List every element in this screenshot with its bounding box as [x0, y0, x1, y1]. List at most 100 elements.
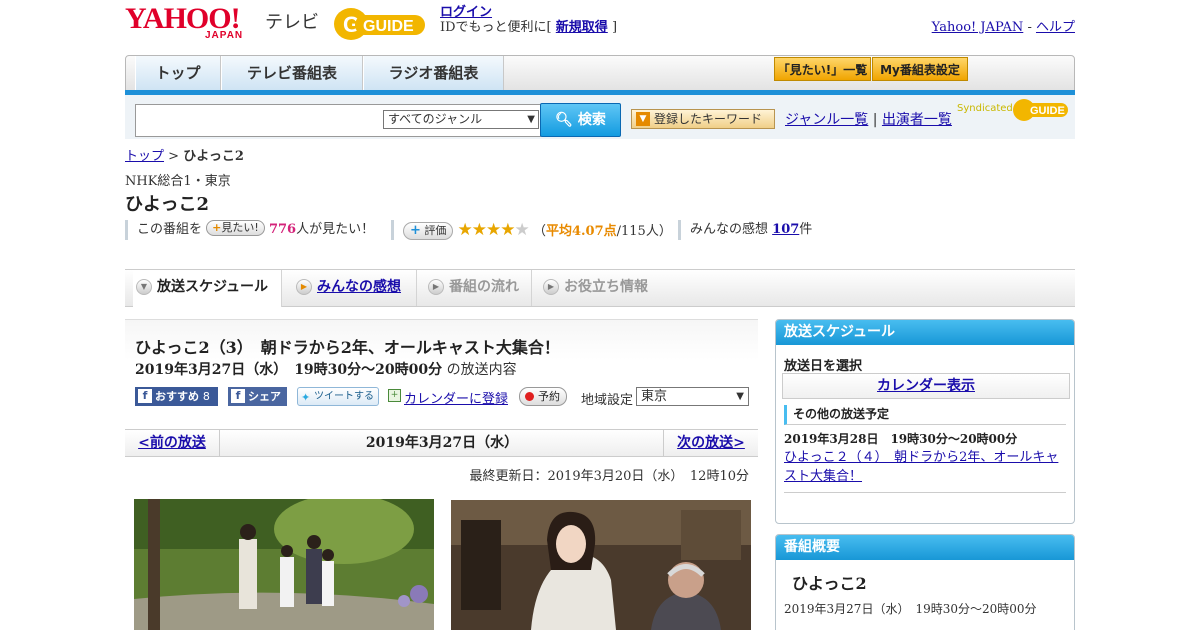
facebook-icon: f [231, 389, 245, 403]
mitai-button[interactable]: +見たい! [206, 220, 265, 236]
star-icon: ★ [486, 220, 501, 240]
yahoo-japan-logo[interactable]: YAHOO! JAPAN [125, 4, 242, 42]
episode-info: ひよっこ2（3） 朝ドラから2年、オールキャスト大集合！ 2019年3月27日（… [125, 319, 758, 427]
dropdown-arrow-icon: ▼ [736, 391, 744, 402]
rating-stat: + 評価 ★★★★★ （平均4.07点/115人） [391, 220, 672, 240]
tab-program-flow[interactable]: ▶ 番組の流れ [425, 270, 532, 306]
my-schedule-settings-button[interactable]: My番組表設定 [872, 57, 968, 81]
nav-tab-top[interactable]: トップ [135, 56, 221, 90]
impressions-label: みんなの感想 [690, 222, 769, 237]
facebook-share-button[interactable]: f シェア [228, 387, 287, 406]
register-link[interactable]: 新規取得 [556, 20, 608, 35]
other-broadcast-link[interactable]: ひよっこ２（４） 朝ドラから2年、オールキャスト大集合！ [784, 448, 1068, 486]
tab-program-flow-label: 番組の流れ [449, 279, 519, 295]
registered-keyword-button[interactable]: ▼ 登録したキーワード [631, 109, 775, 129]
rating-stars: ★★★★★ [457, 220, 530, 240]
mitai-count: 776 [268, 222, 297, 237]
last-updated: 最終更新日：2019年3月20日（水） 12時10分 [469, 469, 749, 484]
page-title: ひよっこ2 [125, 194, 209, 215]
arrow-circle-icon: ▼ [136, 279, 152, 295]
episode-datetime: 2019年3月27日（水） 19時30分～20時00分 の放送内容 [135, 359, 517, 379]
calendar-display-button[interactable]: カレンダー表示 [782, 373, 1070, 399]
recommend-label: おすすめ [155, 390, 199, 403]
star-icon: ★ [471, 220, 487, 240]
arrow-circle-icon: ▶ [428, 279, 444, 295]
episode-datetime-suffix: の放送内容 [442, 362, 517, 378]
gguide-logo[interactable]: G GUIDE [333, 6, 433, 42]
nav-tab-tv-schedule[interactable]: テレビ番組表 [221, 56, 363, 90]
region-select-value: 東京 [641, 389, 668, 404]
star-icon: ★ [500, 220, 515, 240]
page: YAHOO! JAPAN テレビ G GUIDE ログイン IDでもっと便利に[… [125, 0, 1075, 630]
episode-title: ひよっこ2（3） 朝ドラから2年、オールキャスト大集合！ [135, 338, 560, 357]
genre-link-sep: | [872, 112, 878, 128]
plus-icon: + [212, 221, 222, 234]
rating-button[interactable]: + 評価 [403, 222, 454, 240]
star-icon: ★ [457, 220, 473, 240]
region-label: 地域設定 [581, 393, 634, 408]
schedule-box-header: 放送スケジュール [776, 320, 1074, 345]
summary-box-header: 番組概要 [776, 535, 1074, 560]
mitai-prefix: この番組を [137, 222, 203, 237]
register-close: ] [611, 20, 618, 35]
tab-impressions[interactable]: ▶ みんなの感想 [293, 270, 417, 306]
next-broadcast-link[interactable]: 次の放送> [663, 430, 758, 456]
main-nav: トップ テレビ番組表 ラジオ番組表 「見たい!」一覧 My番組表設定 [125, 55, 1075, 95]
rating-average: 平均4.07点 [545, 224, 617, 239]
current-broadcast-date: 2019年3月27日（水） [365, 435, 519, 451]
nav-tab-radio-schedule[interactable]: ラジオ番組表 [363, 56, 504, 90]
program-tabs: ▼ 放送スケジュール ▶ みんなの感想 ▶ 番組の流れ ▶ お役立ち情報 [125, 269, 1075, 307]
star-empty-icon: ★ [514, 220, 530, 240]
search-button-label: 検索 [577, 112, 606, 128]
keyword-button-label: 登録したキーワード [654, 112, 763, 126]
impressions-count-link[interactable]: 107 [772, 222, 799, 237]
syndicated-text: Syndicated [957, 103, 1013, 114]
yahoo-japan-link[interactable]: Yahoo! JAPAN [932, 20, 1024, 35]
arrow-circle-icon: ▶ [296, 279, 312, 295]
tab-impressions-label: みんなの感想 [317, 279, 401, 295]
svg-text:GUIDE: GUIDE [363, 18, 414, 35]
summary-time: 2019年3月27日（水） 19時30分～20時00分 [784, 602, 1037, 616]
program-stats: この番組を +見たい! 776人が見たい！ + 評価 ★★★★★ （平均4.07… [125, 220, 1075, 240]
tv-label: テレビ [265, 12, 319, 33]
share-label: シェア [248, 390, 281, 403]
login-area: ログイン IDでもっと便利に[ 新規取得 ] [440, 5, 617, 35]
breadcrumb-current: ひよっこ2 [183, 149, 244, 164]
mitai-suffix: 人が見たい！ [296, 222, 375, 237]
facebook-recommend-button[interactable]: f おすすめ 8 [135, 387, 218, 406]
tab-useful-info-label: お役立ち情報 [564, 279, 648, 295]
magnifier-icon: 🔍︎ [555, 112, 573, 128]
link-sep: - [1027, 20, 1032, 35]
breadcrumb: トップ > ひよっこ2 [125, 145, 244, 164]
genre-list-link[interactable]: ジャンル一覧 [785, 112, 868, 128]
calendar-register-link[interactable]: + カレンダーに登録 [388, 388, 508, 407]
mitai-list-button[interactable]: 「見たい!」一覧 [774, 57, 871, 81]
dropdown-arrow-icon: ▼ [527, 114, 535, 125]
reserve-button[interactable]: 予約 [519, 387, 567, 406]
episode-datetime-value: 2019年3月27日（水） 19時30分～20時00分 [135, 362, 443, 378]
login-link[interactable]: ログイン [440, 5, 492, 20]
syndicated-gguide-badge: Syndicated GUIDE [957, 99, 1068, 121]
region-select[interactable]: 東京 ▼ [636, 387, 749, 406]
prev-broadcast-link[interactable]: <前の放送 [125, 430, 220, 456]
tab-useful-info[interactable]: ▶ お役立ち情報 [540, 270, 666, 306]
performer-list-link[interactable]: 出演者一覧 [882, 112, 952, 128]
help-link[interactable]: ヘルプ [1036, 20, 1075, 35]
channel-name: NHK総合1・東京 [125, 174, 231, 189]
breadcrumb-top-link[interactable]: トップ [125, 149, 164, 164]
search-button[interactable]: 🔍︎ 検索 [540, 103, 621, 137]
tab-schedule[interactable]: ▼ 放送スケジュール [133, 270, 282, 307]
japan-logo-text: JAPAN [205, 30, 244, 41]
gguide-small-logo: GUIDE [1013, 99, 1068, 121]
record-dot-icon [525, 392, 534, 401]
tweet-button[interactable]: ✦ ツイートする [297, 387, 379, 406]
rating-count: /115人） [616, 224, 672, 239]
calendar-plus-icon: + [388, 389, 401, 402]
recommend-count: 8 [202, 390, 210, 403]
rating-button-label: 評価 [424, 224, 447, 237]
calendar-register-label: カレンダーに登録 [404, 392, 509, 407]
select-date-label: 放送日を選択 [784, 359, 863, 374]
genre-select[interactable]: すべてのジャンル ▼ [383, 110, 539, 129]
twitter-bird-icon: ✦ [301, 391, 311, 404]
other-broadcast-date: 2019年3月28日 19時30分～20時00分 [784, 432, 1018, 446]
